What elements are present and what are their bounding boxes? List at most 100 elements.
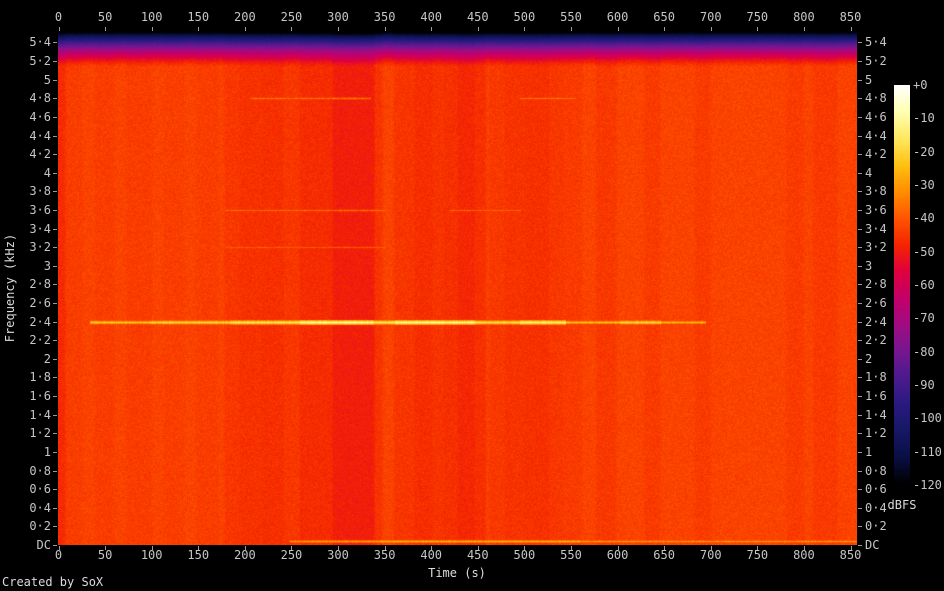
time-tick-label-bottom: 150 bbox=[173, 547, 223, 563]
time-tick-label-bottom: 200 bbox=[220, 547, 270, 563]
freq-tick-mark bbox=[858, 545, 862, 546]
time-tick-label-bottom: 450 bbox=[453, 547, 503, 563]
freq-tick-label-right: 1·4 bbox=[865, 407, 915, 423]
freq-tick-label-right: 3·6 bbox=[865, 202, 915, 218]
time-tick-label-top: 150 bbox=[173, 9, 223, 25]
freq-tick-mark bbox=[858, 80, 862, 81]
freq-tick-label-left: 3·6 bbox=[0, 202, 51, 218]
freq-tick-mark bbox=[858, 508, 862, 509]
freq-tick-mark bbox=[53, 210, 57, 211]
time-tick-label-top: 800 bbox=[779, 9, 829, 25]
freq-tick-mark bbox=[53, 340, 57, 341]
freq-tick-mark bbox=[858, 452, 862, 453]
freq-tick-label-left: 4 bbox=[0, 165, 51, 181]
freq-tick-label-right: 2·4 bbox=[865, 314, 915, 330]
time-tick-label-top: 450 bbox=[453, 9, 503, 25]
freq-tick-mark bbox=[858, 247, 862, 248]
freq-tick-label-right: 0·2 bbox=[865, 518, 915, 534]
sox-spectrogram-window: 0 0 50 50 100 100 150 150 200 200 250 250 300 300 350 3… bbox=[0, 0, 944, 591]
time-tick-mark bbox=[385, 27, 386, 31]
colorbar-unit-label: dBFS bbox=[876, 497, 928, 513]
freq-tick-label-right: 4·4 bbox=[865, 128, 915, 144]
freq-tick-label-left: 5·2 bbox=[0, 53, 51, 69]
freq-tick-label-left: 0·2 bbox=[0, 518, 51, 534]
freq-tick-label-left: 4·2 bbox=[0, 146, 51, 162]
freq-tick-label-left: 0·4 bbox=[0, 500, 51, 516]
time-tick-label-top: 350 bbox=[360, 9, 410, 25]
colorbar-tick-label: -70 bbox=[913, 310, 944, 326]
freq-tick-mark bbox=[53, 452, 57, 453]
freq-tick-label-left: 0·6 bbox=[0, 481, 51, 497]
freq-tick-mark bbox=[858, 173, 862, 174]
time-tick-label-bottom: 50 bbox=[80, 547, 130, 563]
colorbar-tick-label: -110 bbox=[913, 444, 944, 460]
time-tick-label-bottom: 750 bbox=[732, 547, 782, 563]
colorbar-tick-label: -20 bbox=[913, 144, 944, 160]
colorbar-tick-label: -50 bbox=[913, 244, 944, 260]
freq-tick-mark bbox=[53, 42, 57, 43]
freq-tick-mark bbox=[53, 173, 57, 174]
freq-tick-mark bbox=[858, 377, 862, 378]
freq-tick-mark bbox=[53, 508, 57, 509]
freq-tick-mark bbox=[53, 359, 57, 360]
freq-tick-label-right: 1·6 bbox=[865, 388, 915, 404]
time-tick-label-top: 50 bbox=[80, 9, 130, 25]
time-tick-label-top: 700 bbox=[686, 9, 736, 25]
credit-text: Created by SoX bbox=[2, 574, 103, 590]
freq-tick-mark bbox=[858, 154, 862, 155]
freq-tick-mark bbox=[53, 489, 57, 490]
freq-tick-label-right: 3 bbox=[865, 258, 915, 274]
freq-tick-label-right: 5·4 bbox=[865, 34, 915, 50]
time-tick-mark bbox=[59, 27, 60, 31]
time-tick-mark bbox=[524, 27, 525, 31]
colorbar-tick-label: -30 bbox=[913, 177, 944, 193]
freq-tick-label-left: 1·6 bbox=[0, 388, 51, 404]
freq-tick-mark bbox=[53, 266, 57, 267]
freq-tick-mark bbox=[53, 191, 57, 192]
freq-tick-label-right: 3·8 bbox=[865, 183, 915, 199]
time-tick-label-top: 750 bbox=[732, 9, 782, 25]
freq-tick-label-right: 5 bbox=[865, 72, 915, 88]
freq-tick-mark bbox=[53, 545, 57, 546]
freq-tick-mark bbox=[858, 210, 862, 211]
freq-tick-label-left: 1·4 bbox=[0, 407, 51, 423]
freq-tick-mark bbox=[858, 415, 862, 416]
time-tick-label-bottom: 350 bbox=[360, 547, 410, 563]
time-tick-label-bottom: 550 bbox=[546, 547, 596, 563]
freq-tick-mark bbox=[53, 80, 57, 81]
time-tick-mark bbox=[757, 27, 758, 31]
freq-tick-mark bbox=[858, 396, 862, 397]
freq-tick-label-left: 5·4 bbox=[0, 34, 51, 50]
freq-tick-label-left: 3·8 bbox=[0, 183, 51, 199]
freq-tick-mark bbox=[858, 526, 862, 527]
freq-tick-label-right: 1·8 bbox=[865, 369, 915, 385]
colorbar-tick-label: -90 bbox=[913, 377, 944, 393]
colorbar-tick-label: -120 bbox=[913, 477, 944, 493]
freq-tick-mark bbox=[858, 433, 862, 434]
freq-tick-label-left: 1 bbox=[0, 444, 51, 460]
freq-tick-label-right: 1 bbox=[865, 444, 915, 460]
freq-tick-label-left: DC bbox=[0, 537, 51, 553]
freq-tick-label-right: 4·2 bbox=[865, 146, 915, 162]
freq-tick-mark bbox=[858, 303, 862, 304]
freq-tick-mark bbox=[858, 229, 862, 230]
colorbar-tick-label: -60 bbox=[913, 277, 944, 293]
freq-tick-mark bbox=[858, 191, 862, 192]
time-tick-label-top: 200 bbox=[220, 9, 270, 25]
freq-tick-mark bbox=[858, 136, 862, 137]
spectrogram-canvas bbox=[58, 32, 857, 545]
freq-tick-mark bbox=[53, 136, 57, 137]
frequency-axis-title: Frequency (kHz) bbox=[2, 218, 18, 358]
freq-tick-mark bbox=[858, 61, 862, 62]
time-tick-label-bottom: 400 bbox=[406, 547, 456, 563]
colorbar-tick-label: -40 bbox=[913, 210, 944, 226]
time-tick-mark bbox=[571, 27, 572, 31]
freq-tick-mark bbox=[53, 526, 57, 527]
time-tick-mark bbox=[245, 27, 246, 31]
freq-tick-mark bbox=[858, 266, 862, 267]
freq-tick-label-right: 3·2 bbox=[865, 239, 915, 255]
freq-tick-label-left: 1·2 bbox=[0, 425, 51, 441]
time-tick-mark bbox=[291, 27, 292, 31]
freq-tick-mark bbox=[53, 117, 57, 118]
time-tick-mark bbox=[618, 27, 619, 31]
